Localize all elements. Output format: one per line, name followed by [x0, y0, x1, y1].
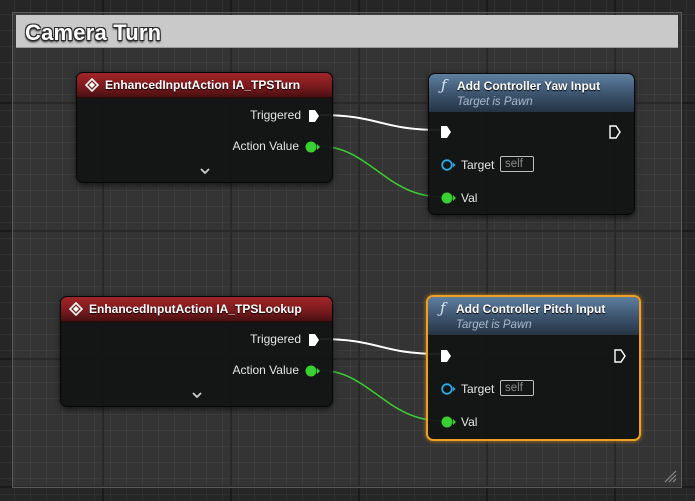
float-in-pin-icon[interactable] — [440, 191, 456, 205]
target-pin-icon[interactable] — [440, 382, 456, 396]
exec-out-pin-icon[interactable] — [609, 125, 621, 139]
target-self-field[interactable]: self — [500, 156, 534, 172]
float-in-pin-icon[interactable] — [440, 415, 456, 429]
chevron-down-icon[interactable] — [199, 166, 211, 176]
event-node-title: EnhancedInputAction IA_TPSLookup — [89, 302, 302, 316]
action-value-pin-label: Action Value — [232, 139, 300, 153]
triggered-pin-label: Triggered — [250, 332, 301, 346]
event-node-header[interactable]: EnhancedInputAction IA_TPSTurn — [77, 73, 332, 98]
exec-in-pin-icon[interactable] — [440, 125, 452, 139]
event-diamond-icon — [69, 302, 83, 316]
function-node-title: Add Controller Yaw Input — [457, 79, 601, 93]
function-node-header[interactable]: ƒ Add Controller Yaw Input Target is Paw… — [429, 74, 634, 112]
action-value-pin-label: Action Value — [232, 363, 300, 377]
float-wire-turn[interactable] — [317, 145, 444, 198]
chevron-down-icon[interactable] — [191, 390, 203, 400]
function-node-subtitle: Target is Pawn — [457, 96, 533, 108]
target-pin-icon[interactable] — [440, 158, 456, 172]
val-pin-label: Val — [461, 191, 478, 205]
function-node-yaw-input[interactable]: ƒ Add Controller Yaw Input Target is Paw… — [428, 73, 635, 215]
event-diamond-icon — [85, 78, 99, 92]
event-node-tps-turn[interactable]: EnhancedInputAction IA_TPSTurn Triggered… — [76, 72, 333, 183]
exec-out-pin-icon[interactable] — [614, 349, 626, 363]
event-node-tps-lookup[interactable]: EnhancedInputAction IA_TPSLookup Trigger… — [60, 296, 333, 407]
float-out-pin-icon[interactable] — [304, 140, 320, 154]
target-pin-label: Target — [461, 158, 495, 172]
float-wire-lookup[interactable] — [317, 369, 444, 422]
float-out-pin-icon[interactable] — [304, 364, 320, 378]
target-pin-label: Target — [461, 382, 495, 396]
exec-wire-turn[interactable] — [319, 114, 441, 131]
exec-out-pin-icon[interactable] — [308, 333, 320, 347]
event-node-title: EnhancedInputAction IA_TPSTurn — [105, 78, 301, 92]
target-self-field[interactable]: self — [500, 380, 534, 396]
exec-out-pin-icon[interactable] — [308, 109, 320, 123]
event-node-header[interactable]: EnhancedInputAction IA_TPSLookup — [61, 297, 332, 322]
function-node-pitch-input[interactable]: ƒ Add Controller Pitch Input Target is P… — [426, 295, 641, 441]
val-pin-label: Val — [461, 415, 478, 429]
exec-in-pin-icon[interactable] — [440, 349, 452, 363]
triggered-pin-label: Triggered — [250, 108, 301, 122]
function-node-subtitle: Target is Pawn — [456, 319, 532, 331]
function-node-header[interactable]: ƒ Add Controller Pitch Input Target is P… — [428, 297, 639, 335]
function-f-icon: ƒ — [440, 299, 446, 317]
exec-wire-lookup[interactable] — [319, 338, 441, 355]
function-f-icon: ƒ — [441, 76, 447, 94]
function-node-title: Add Controller Pitch Input — [456, 302, 606, 316]
